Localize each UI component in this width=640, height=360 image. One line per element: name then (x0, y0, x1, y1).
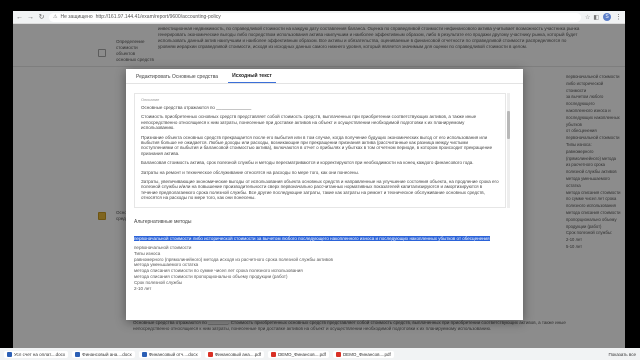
browser-toolbar: ← → ↻ ⚠ Не защищено http://161.97.144.41… (13, 11, 625, 24)
download-label: Усл счет на оплат....docx (14, 351, 66, 357)
word-doc-icon (75, 351, 81, 357)
word-doc-icon (141, 351, 147, 357)
pdf-icon (207, 351, 213, 357)
screen: ← → ↻ ⚠ Не защищено http://161.97.144.41… (0, 0, 640, 360)
paragraph: Балансовая стоимость актива, срок полезн… (141, 160, 474, 166)
description-editor[interactable]: Описание Основные средства отражаются по… (134, 93, 506, 208)
address-bar[interactable]: ⚠ Не защищено http://161.97.144.41/exam/… (49, 12, 581, 22)
alt-methods-title: Альтернативные методы (134, 219, 192, 225)
download-item[interactable]: DEMO_Финансов....pdf (268, 350, 329, 358)
pdf-icon (335, 351, 341, 357)
paragraph: Затраты на ремонт и техническое обслужив… (141, 169, 359, 175)
download-item[interactable]: Финансовый отч....docx (138, 350, 201, 358)
warning-icon: ⚠ (53, 14, 58, 20)
paragraph: Основные средства отражаются по ________… (141, 105, 252, 110)
paragraph: Стоимость приобретенных основных средств… (141, 114, 477, 131)
back-icon[interactable]: ← (16, 14, 23, 21)
downloads-bar: Усл счет на оплат....docx Финансовый ана… (0, 348, 640, 360)
tab-source[interactable]: Исходный текст (228, 73, 276, 83)
menu-icon[interactable]: ⋮ (615, 13, 622, 21)
forward-icon[interactable]: → (27, 14, 34, 21)
url-text: http://161.97.144.41/exam/report/9600/ac… (95, 14, 221, 20)
star-icon[interactable]: ☆ (585, 14, 590, 21)
modal-tabs: Редактировать Основные средства Исходный… (126, 69, 523, 84)
download-item[interactable]: Усл счет на оплат....docx (4, 350, 69, 358)
list-item: 2-10 лет (134, 285, 152, 291)
editor-scrollbar[interactable] (507, 93, 510, 208)
download-item[interactable]: Финансовый ана....pdf (204, 350, 265, 358)
download-item[interactable]: DEMO_Финансов....pdf (332, 350, 394, 358)
show-all-link[interactable]: Показать все (609, 352, 636, 357)
download-label: Финансовый ана....pdf (214, 351, 262, 357)
tab-edit[interactable]: Редактировать Основные средства (132, 74, 222, 83)
extensions-icon[interactable]: ◧ (593, 14, 599, 21)
download-item[interactable]: Финансовый ана....docx (72, 350, 135, 358)
scrollbar-thumb[interactable] (507, 111, 510, 139)
selected-text[interactable]: первоначальной стоимости либо историческ… (134, 236, 490, 241)
editor-label: Описание (141, 97, 160, 102)
avatar[interactable]: S (603, 13, 611, 21)
word-doc-icon (7, 351, 12, 357)
pdf-icon (271, 351, 277, 357)
alt-methods-list[interactable]: первоначальной стоимости либо историческ… (134, 227, 499, 291)
download-label: Финансовый отч....docx (148, 351, 198, 357)
security-label: Не защищено (60, 14, 93, 20)
edit-modal: Редактировать Основные средства Исходный… (126, 69, 523, 320)
paragraph: Затраты, увеличивающие экономические выг… (141, 179, 499, 201)
download-label: DEMO_Финансов....pdf (278, 351, 326, 357)
download-label: Финансовый ана....docx (82, 351, 132, 357)
paragraph: Признание объекта основных средств прекр… (141, 134, 493, 156)
download-label: DEMO_Финансов....pdf (342, 351, 391, 357)
reload-icon[interactable]: ↻ (38, 13, 45, 21)
